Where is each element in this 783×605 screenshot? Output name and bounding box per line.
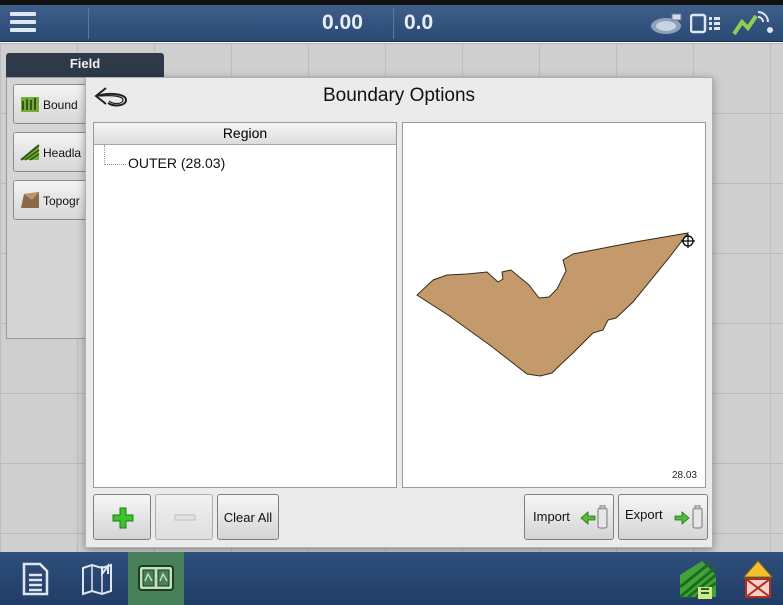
- topography-button-label: Topogr: [43, 194, 80, 208]
- plus-icon: [112, 507, 134, 529]
- export-usb-icon: [674, 505, 703, 529]
- region-item-outer[interactable]: OUTER (28.03): [128, 155, 225, 171]
- menu-icon[interactable]: [10, 12, 36, 34]
- region-list[interactable]: Region OUTER (28.03): [93, 122, 397, 488]
- field-map-icon[interactable]: [78, 560, 116, 598]
- rate-readout: 0.0: [404, 11, 434, 34]
- import-button-label: Import: [533, 509, 570, 524]
- boundary-icon: [21, 97, 39, 112]
- toolbar-divider: [393, 8, 394, 39]
- export-button-label: Export: [625, 507, 663, 522]
- map-layers-button[interactable]: [128, 552, 184, 605]
- boundary-preview-canvas: [416, 232, 695, 377]
- wireless-signal-icon[interactable]: [730, 8, 776, 38]
- tree-connector: [104, 145, 105, 165]
- report-icon[interactable]: [16, 560, 54, 598]
- export-button[interactable]: Export: [618, 494, 708, 540]
- tree-connector: [104, 164, 126, 165]
- device-status-icon[interactable]: [690, 12, 722, 36]
- dialog-title: Boundary Options: [322, 85, 476, 106]
- field-tab[interactable]: Field: [6, 53, 164, 77]
- preview-acreage-label: 28.03: [671, 470, 697, 481]
- warning-icon[interactable]: [740, 557, 776, 601]
- headland-icon: [20, 144, 40, 161]
- topography-icon: [21, 192, 39, 208]
- bottom-bar: [0, 552, 783, 605]
- map-layers-icon: [138, 565, 174, 591]
- remove-region-button[interactable]: [155, 494, 213, 540]
- boundary-button-label: Bound: [43, 98, 78, 112]
- region-column-header: Region: [94, 123, 396, 145]
- import-button[interactable]: Import: [524, 494, 614, 540]
- boundary-options-dialog: Boundary Options Region OUTER (28.03) 28…: [85, 77, 713, 548]
- field-operations-icon[interactable]: [676, 557, 720, 601]
- boundary-preview[interactable]: 28.03: [402, 122, 706, 488]
- boundary-shape: [416, 232, 690, 377]
- toolbar-divider: [88, 8, 89, 39]
- speed-readout: 0.00: [322, 11, 363, 34]
- import-usb-icon: [580, 505, 608, 529]
- gps-satellite-icon[interactable]: [650, 11, 684, 37]
- top-bar: 0.00 0.0: [0, 5, 783, 42]
- add-region-button[interactable]: [93, 494, 151, 540]
- headland-button-label: Headla: [43, 146, 82, 160]
- clear-all-button[interactable]: Clear All: [217, 494, 279, 540]
- minus-icon: [174, 514, 196, 521]
